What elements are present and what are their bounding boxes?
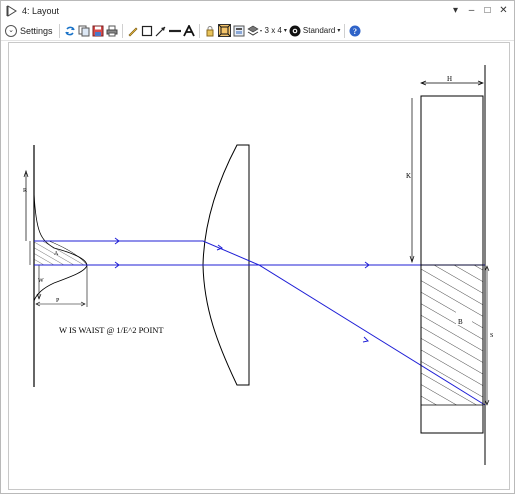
lock-button[interactable] [204,23,216,39]
hatched-region-b [420,264,484,406]
chevron-circle-icon: ⌄ [5,24,17,37]
label-a: A [54,251,59,257]
window-menu-icon[interactable] [5,4,19,18]
window-controls: ▾ – □ ✕ [451,4,508,18]
title-bar: 4: Layout ▾ – □ ✕ [1,1,514,21]
dimension-p-marker: P [33,265,88,307]
settings-label: Settings [20,25,53,36]
export-icon [233,25,245,36]
chevron-down-icon: ▾ [337,28,341,34]
standard-dropdown[interactable]: Standard ▾ [303,23,340,39]
label-r-left: R [23,188,27,194]
maximize-icon[interactable]: □ [483,4,492,18]
layers-button[interactable] [246,23,263,39]
standard-label: Standard [302,26,336,35]
minimize-icon[interactable]: – [467,4,476,18]
copy-button[interactable] [78,23,90,39]
window-title: 4: Layout [22,6,60,16]
layout-window: 4: Layout ▾ – □ ✕ ⌄ Settings 3 x 4 ▾ Sta… [0,0,515,494]
grid-dropdown[interactable]: 3 x 4 ▾ [265,23,287,39]
svg-text:?: ? [353,27,357,36]
settings-button[interactable]: ⌄ Settings [5,23,55,39]
pencil-button[interactable] [127,23,139,39]
ray-arrow-5 [362,336,370,343]
arrow-icon [155,26,165,36]
pencil-icon [128,27,138,36]
label-k: K [406,172,411,180]
close-icon[interactable]: ✕ [499,4,508,18]
label-b: B [458,318,463,326]
waist-note: W IS WAIST @ 1/E^2 POINT [59,325,164,335]
text-button[interactable] [182,23,195,39]
rectangle-icon [141,25,152,36]
rectangle-button[interactable] [141,23,153,39]
gaussian-hatched-region [33,240,88,266]
help-icon: ? [349,25,361,36]
refresh-button[interactable] [64,23,76,39]
copy-icon [78,25,90,36]
save-button[interactable] [92,23,104,39]
label-h: H [447,75,452,83]
text-icon [182,24,195,36]
camera-button[interactable] [289,23,301,39]
label-p: P [56,298,60,304]
toolbar-divider [121,23,123,38]
export-button[interactable] [233,23,245,39]
toolbar-divider [198,23,200,38]
toolbar-divider [344,23,346,38]
print-icon [106,25,118,36]
camera-icon [289,25,301,36]
ray-upper [34,240,486,406]
grid-label: 3 x 4 [264,26,282,35]
line-icon [168,29,181,32]
ray-trace [34,237,486,406]
dimension-s-marker: S [484,265,493,406]
toolbar-divider [58,23,60,38]
help-button[interactable]: ? [349,23,361,39]
dimension-k-marker: K [406,98,415,264]
arrow-button[interactable] [155,23,167,39]
refresh-icon [64,26,75,35]
layers-icon [246,25,262,36]
dimension-h-marker: H [420,75,484,86]
toolbar: ⌄ Settings 3 x 4 ▾ Standard ▾ ? [1,21,514,41]
dimension-r-marker: R [23,169,29,241]
label-w: W [38,278,44,284]
save-icon [92,25,104,36]
lock-icon [206,25,214,36]
chevron-down-icon: ▾ [283,28,287,34]
zoom-fit-icon [217,24,231,37]
pin-menu-icon[interactable]: ▾ [451,4,460,18]
line-button[interactable] [168,23,181,39]
print-button[interactable] [106,23,118,39]
optical-layout-diagram: R A W P W IS WAIST @ 1/E^2 POINT B H K S [23,65,493,465]
layout-canvas[interactable]: R A W P W IS WAIST @ 1/E^2 POINT B H K S [8,42,510,490]
label-s: S [490,333,493,339]
zoom-fit-button[interactable] [217,23,231,39]
